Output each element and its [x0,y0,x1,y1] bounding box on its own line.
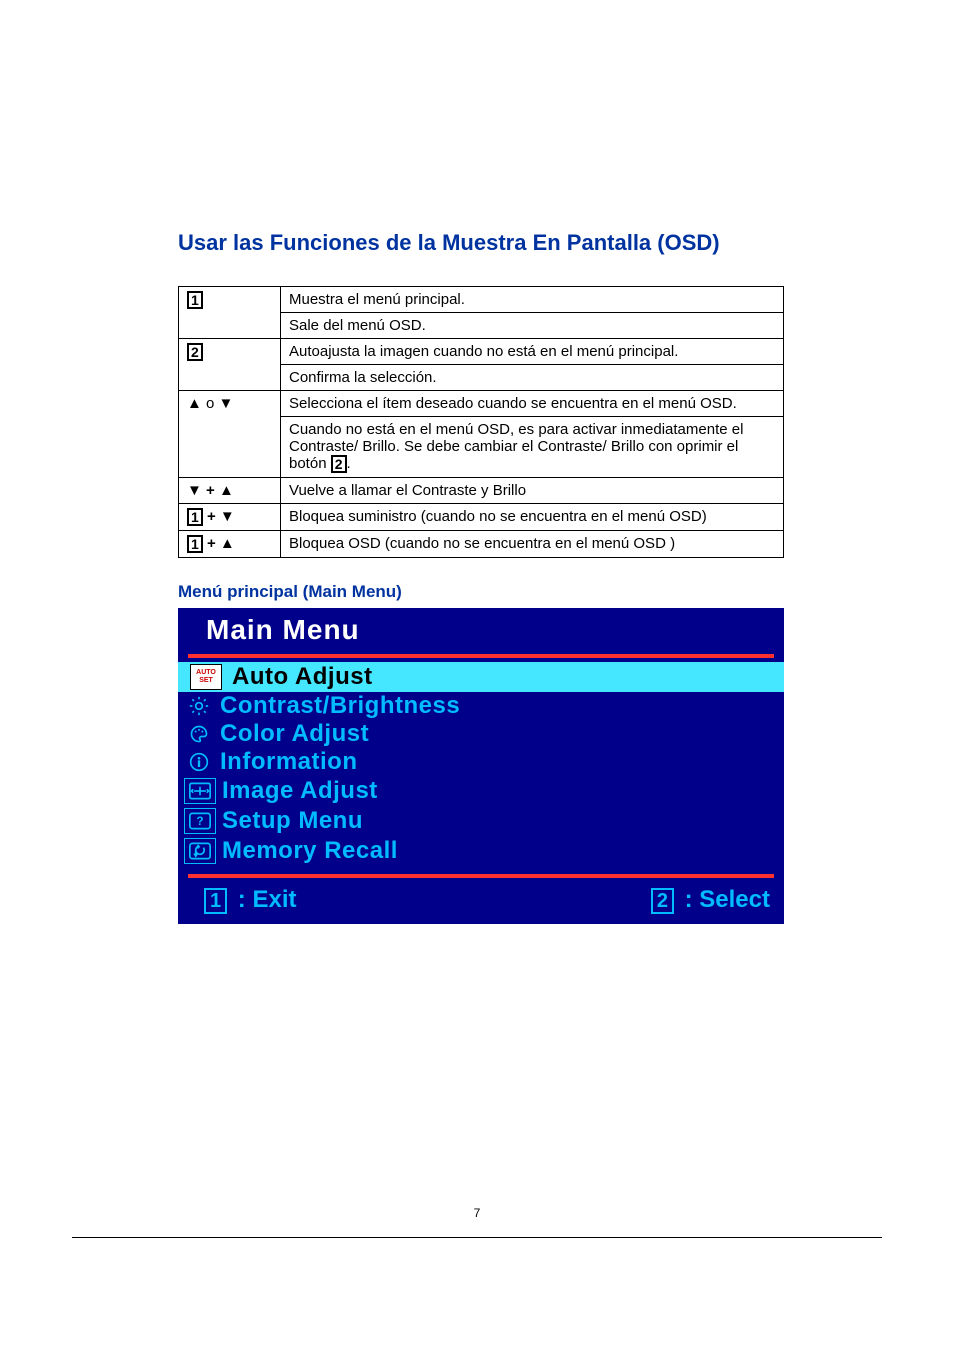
osd-item-label: Auto Adjust [226,663,383,691]
key-cell: ▼ + ▲ [179,478,281,504]
key-cell: 1 + ▼ [179,504,281,531]
page-number: 7 [0,1206,954,1220]
osd-divider-bottom [188,874,774,878]
image-adjust-icon [189,781,211,801]
table-row: ▼ + ▲Vuelve a llamar el Contraste y Bril… [179,478,784,504]
key-1-icon: 1 [187,508,203,526]
brightness-icon [184,694,214,718]
page-heading: Usar las Funciones de la Muestra En Pant… [178,230,784,256]
osd-footer: 1 : Exit 2 : Select [178,882,784,924]
table-row: 1 + ▲Bloquea OSD (cuando no se encuentra… [179,531,784,558]
osd-footer-right: 2 : Select [651,886,770,914]
plus-sign: + [203,508,220,525]
triangle-up-icon: ▲ [220,535,235,552]
osd-divider-top [188,654,774,658]
desc-cell: Confirma la selección. [281,365,784,391]
key-1-icon: 1 [187,535,203,553]
info-icon [184,750,214,774]
table-row: ▲ o ▼ Selecciona el ítem deseado cuando s… [179,391,784,417]
key-2-icon: 2 [331,455,347,473]
desc-cell: Muestra el menú principal. [281,287,784,313]
exit-label: : Exit [238,886,297,913]
osd-item-label: Color Adjust [218,720,369,748]
recall-icon [184,838,216,864]
svg-text:?: ? [196,814,203,828]
osd-item-recall[interactable]: Memory Recall [178,836,784,866]
desc-cell: Selecciona el ítem deseado cuando se enc… [281,391,784,417]
osd-footer-left: 1 : Exit [204,886,296,914]
desc-cell: Bloquea suministro (cuando no se encuent… [281,504,784,531]
plus-sign: + [206,482,219,499]
sub-heading: Menú principal (Main Menu) [178,582,784,602]
triangle-down-icon: ▼ [220,508,235,525]
desc-cell: Bloquea OSD (cuando no se encuentra en e… [281,531,784,558]
osd-item-label: Information [218,748,358,776]
image-icon [184,778,216,804]
desc-cell: Autoajusta la imagen cuando no está en e… [281,339,784,365]
osd-item-color[interactable]: Color Adjust [178,720,784,748]
footer-rule [72,1237,882,1238]
key-2-icon: 2 [187,343,203,361]
setup-icon: ? [184,808,216,834]
osd-item-info[interactable]: Information [178,748,784,776]
osd-panel: Main Menu AUTOSETAuto AdjustContrast/Bri… [178,608,784,924]
info-icon [188,752,210,772]
osd-item-label: Contrast/Brightness [218,692,460,720]
table-row: 1 + ▼Bloquea suministro (cuando no se en… [179,504,784,531]
plus-sign: + [203,535,220,552]
osd-item-label: Memory Recall [220,837,398,865]
osd-item-setup[interactable]: ? Setup Menu [178,806,784,836]
triangle-down-icon: ▼ [219,395,234,412]
recall-icon [189,841,211,861]
desc-cell: Cuando no está en el menú OSD, es para a… [281,417,784,478]
table-row: 1 Muestra el menú principal. [179,287,784,313]
triangle-up-icon: ▲ [187,395,202,412]
color-icon [184,722,214,746]
triangle-up-icon: ▲ [219,482,234,499]
osd-title: Main Menu [178,608,784,650]
key-cell: 1 + ▲ [179,531,281,558]
osd-item-image[interactable]: Image Adjust [178,776,784,806]
functions-table: 1 Muestra el menú principal.Sale del menú… [178,286,784,558]
key-1-icon: 1 [204,888,227,914]
auto-set-icon: AUTOSET [190,664,222,690]
triangle-down-icon: ▼ [187,482,202,499]
osd-item-label: Setup Menu [220,807,363,835]
osd-body: AUTOSETAuto AdjustContrast/BrightnessCol… [178,662,784,870]
key-cell: ▲ o ▼ [179,391,281,478]
key-cell: 1 [179,287,281,339]
question-icon: ? [189,811,211,831]
select-label: : Select [685,886,770,913]
osd-item-auto-set[interactable]: AUTOSETAuto Adjust [178,662,784,692]
table-row: 2 Autoajusta la imagen cuando no está en … [179,339,784,365]
brightness-icon [188,696,210,716]
osd-item-brightness[interactable]: Contrast/Brightness [178,692,784,720]
key-cell: 2 [179,339,281,391]
or-text: o [206,395,214,412]
desc-cell: Vuelve a llamar el Contraste y Brillo [281,478,784,504]
key-2-icon: 2 [651,888,674,914]
palette-icon [188,724,210,744]
key-1-icon: 1 [187,291,203,309]
desc-cell: Sale del menú OSD. [281,313,784,339]
osd-item-label: Image Adjust [220,777,378,805]
